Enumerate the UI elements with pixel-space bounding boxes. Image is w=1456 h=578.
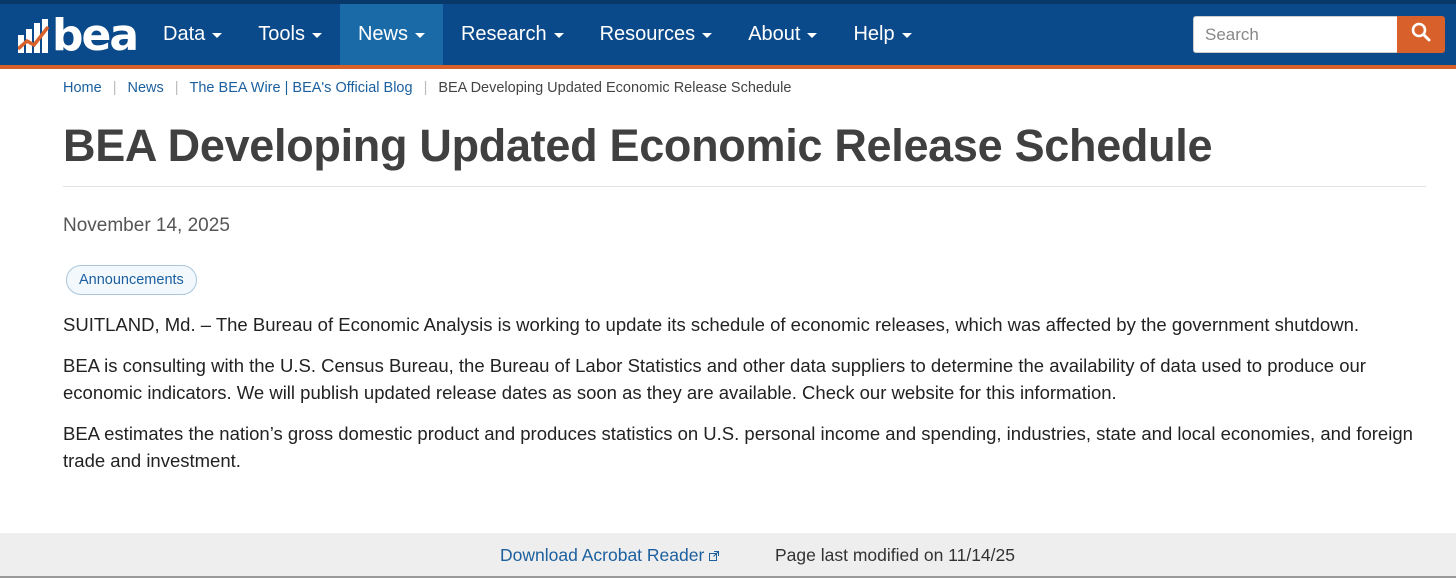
breadcrumb-home[interactable]: Home xyxy=(63,80,102,96)
download-acrobat-label: Download Acrobat Reader xyxy=(500,545,705,565)
search-input[interactable] xyxy=(1193,16,1397,53)
page-title: BEA Developing Updated Economic Release … xyxy=(63,120,1213,171)
search-icon xyxy=(1411,22,1431,47)
nav-item-label: Help xyxy=(853,23,895,45)
nav-item-resources[interactable]: Resources xyxy=(582,4,731,65)
article-paragraph: SUITLAND, Md. – The Bureau of Economic A… xyxy=(63,314,1360,335)
logo-text: bea xyxy=(52,10,139,61)
post-date: November 14, 2025 xyxy=(63,215,230,236)
top-navbar: bea Data Tools News Research Resources A… xyxy=(0,0,1456,69)
nav-item-label: Research xyxy=(460,23,547,45)
nav-item-label: Data xyxy=(163,23,206,45)
breadcrumb-blog[interactable]: The BEA Wire | BEA's Official Blog xyxy=(190,80,413,96)
nav-item-help[interactable]: Help xyxy=(835,4,929,65)
breadcrumb-current: BEA Developing Updated Economic Release … xyxy=(438,80,792,96)
chevron-down-icon xyxy=(414,33,425,38)
nav-item-research[interactable]: Research xyxy=(443,4,582,65)
chevron-down-icon xyxy=(553,33,564,38)
bea-logo-icon xyxy=(16,19,50,53)
search-button[interactable] xyxy=(1397,16,1445,53)
article-body: SUITLAND, Md. – The Bureau of Economic A… xyxy=(63,311,1423,488)
chevron-down-icon xyxy=(311,33,322,38)
tag-announcements[interactable]: Announcements xyxy=(66,265,197,295)
breadcrumb-separator: | xyxy=(423,80,428,96)
nav-item-label: About xyxy=(748,23,801,45)
breadcrumb-separator: | xyxy=(112,80,117,96)
bea-logo[interactable]: bea xyxy=(16,10,139,61)
last-modified-text: Page last modified on 11/14/25 xyxy=(775,545,1015,565)
nav-item-tools[interactable]: Tools xyxy=(240,4,340,65)
breadcrumb-news[interactable]: News xyxy=(127,80,163,96)
chevron-down-icon xyxy=(212,33,223,38)
chevron-down-icon xyxy=(702,33,713,38)
external-link-icon xyxy=(709,545,720,566)
breadcrumb-separator: | xyxy=(174,80,179,96)
search-form xyxy=(1193,16,1445,53)
article-paragraph: BEA estimates the nation’s gross domesti… xyxy=(63,423,1413,471)
title-divider xyxy=(63,186,1426,187)
article-paragraph: BEA is consulting with the U.S. Census B… xyxy=(63,355,1366,403)
nav-item-news[interactable]: News xyxy=(339,4,443,65)
breadcrumb: Home | News | The BEA Wire | BEA's Offic… xyxy=(63,80,791,96)
chevron-down-icon xyxy=(901,33,912,38)
main-nav: Data Tools News Research Resources About… xyxy=(145,4,930,65)
download-acrobat-link[interactable]: Download Acrobat Reader xyxy=(500,545,720,566)
nav-item-about[interactable]: About xyxy=(730,4,835,65)
nav-item-label: Tools xyxy=(258,23,305,45)
nav-item-data[interactable]: Data xyxy=(145,4,240,65)
nav-item-label: Resources xyxy=(599,23,696,45)
footer: Download Acrobat Reader Page last modifi… xyxy=(0,533,1456,578)
chevron-down-icon xyxy=(807,33,818,38)
nav-item-label: News xyxy=(357,23,408,45)
